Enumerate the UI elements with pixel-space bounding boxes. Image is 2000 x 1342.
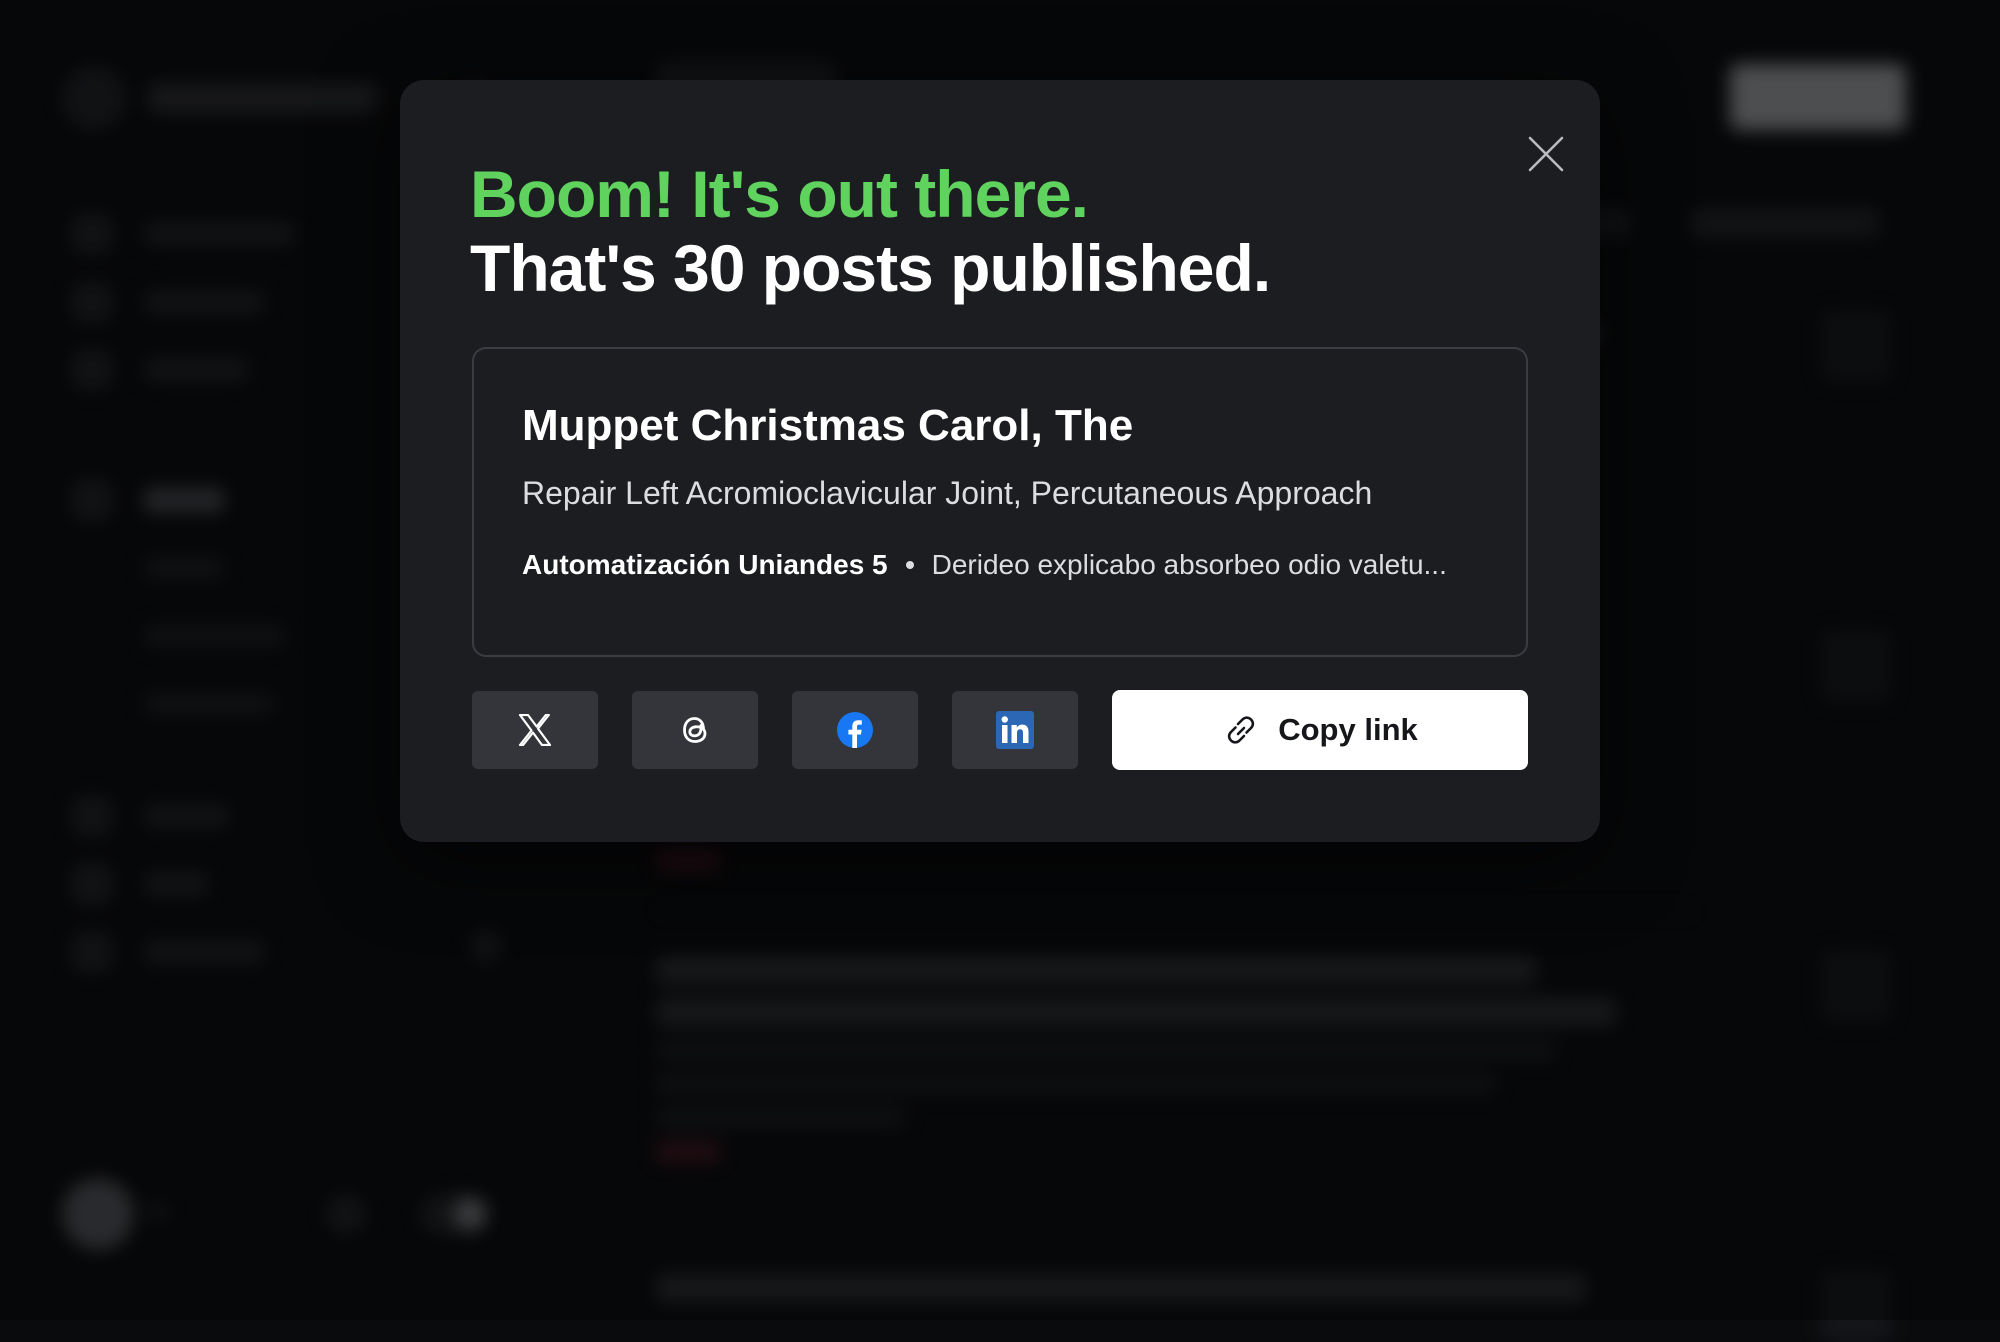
post-author: Automatización Uniandes 5 — [522, 549, 888, 581]
post-title: Muppet Christmas Carol, The — [522, 401, 1133, 451]
copy-link-label: Copy link — [1278, 712, 1418, 748]
separator-dot — [906, 561, 914, 569]
close-icon — [1526, 134, 1566, 174]
publish-success-modal: Boom! It's out there. That's 30 posts pu… — [400, 80, 1600, 842]
x-twitter-icon — [518, 714, 552, 746]
published-count-heading: That's 30 posts published. — [470, 226, 1270, 310]
share-actions: Copy link — [472, 690, 1528, 770]
linkedin-icon — [996, 711, 1034, 749]
threads-icon — [679, 712, 711, 748]
post-snippet: Derideo explicabo absorbeo odio valetu..… — [932, 549, 1447, 581]
close-button[interactable] — [1516, 124, 1576, 184]
share-facebook-button[interactable] — [792, 691, 918, 769]
post-preview-card: Muppet Christmas Carol, The Repair Left … — [472, 347, 1528, 657]
facebook-icon — [836, 711, 874, 749]
share-threads-button[interactable] — [632, 691, 758, 769]
link-icon — [1222, 715, 1260, 745]
share-x-button[interactable] — [472, 691, 598, 769]
post-meta: Automatización Uniandes 5 Derideo explic… — [522, 549, 1447, 581]
post-excerpt: Repair Left Acromioclavicular Joint, Per… — [522, 475, 1372, 512]
success-heading: Boom! It's out there. — [470, 152, 1088, 236]
share-linkedin-button[interactable] — [952, 691, 1078, 769]
copy-link-button[interactable]: Copy link — [1112, 690, 1528, 770]
